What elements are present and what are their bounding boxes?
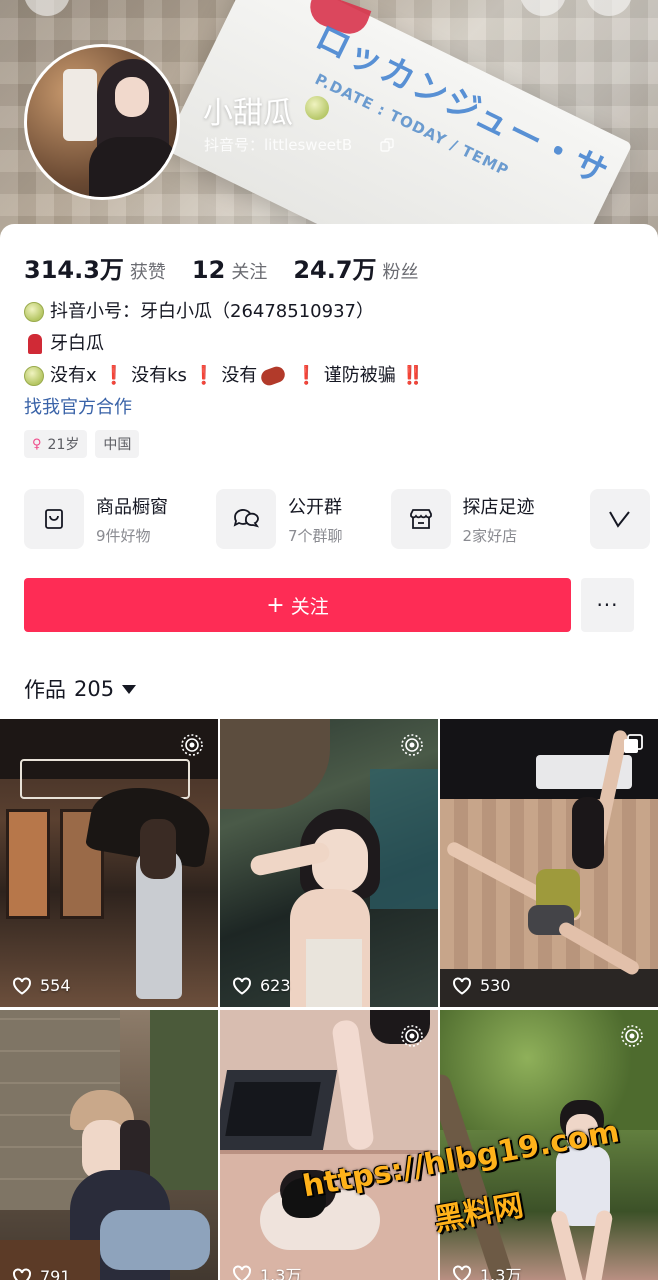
follow-button[interactable]: + 关注: [24, 578, 571, 632]
sweet-potato-emoji-icon: [259, 364, 288, 388]
video-like-count: 623: [232, 976, 291, 995]
video-tile[interactable]: 530: [440, 719, 658, 1007]
exclamation-emoji-icon: ❗: [295, 365, 318, 386]
bio-line: 找我官方合作: [24, 392, 430, 424]
age-text: 21岁: [47, 437, 80, 453]
profile-card: 314.3万 获赞 12 关注 24.7万 粉丝 抖音小号：牙白小瓜（26478…: [0, 224, 658, 1280]
works-tab[interactable]: 作品 205: [24, 674, 137, 704]
video-like-count: 1.3万: [452, 1262, 521, 1280]
follow-label: 关注: [290, 595, 329, 618]
caret-down-icon[interactable]: [122, 684, 137, 694]
bio-line: 抖音小号：牙白小瓜（26478510937）: [24, 296, 430, 328]
shortcut-row: 商品橱窗 9件好物 公开群 7个群聊 探店足迹 2家好店: [24, 489, 583, 549]
chat-bubbles-icon: [216, 489, 276, 549]
live-photo-icon: [621, 1025, 643, 1047]
works-label: 作品: [24, 678, 66, 702]
followers-count[interactable]: 24.7万: [293, 250, 376, 285]
live-photo-icon: [181, 734, 203, 756]
double-exclamation-emoji-icon: ‼️: [401, 365, 425, 386]
shortcut-title: 公开群: [288, 496, 342, 518]
like-count-text: 554: [40, 976, 71, 995]
likes-label: 获赞: [129, 262, 166, 283]
bio-line: 牙白瓜: [24, 328, 430, 360]
shortcut-subtitle: 2家好店: [462, 526, 518, 545]
video-like-count: 791: [12, 1267, 71, 1280]
shortcut-more[interactable]: [590, 489, 650, 549]
bio-line: 没有x ❗ 没有ks ❗ 没有 ❗ 谨防被骗 ‼️: [24, 360, 430, 392]
video-like-count: 554: [12, 976, 71, 995]
bio-group-name: 牙白瓜: [50, 333, 104, 354]
bio-text: 没有: [221, 365, 258, 386]
shortcut-public-group[interactable]: 公开群 7个群聊: [216, 489, 343, 549]
heart-icon: [13, 977, 31, 995]
like-count-text: 791: [40, 1267, 71, 1280]
more-dots-icon: ···: [596, 593, 619, 617]
bio-alt-account: 抖音小号：牙白小瓜（26478510937）: [50, 301, 374, 322]
likes-count: 314.3万: [24, 256, 124, 284]
heart-icon: [453, 977, 471, 995]
shopping-bag-icon: [24, 489, 84, 549]
ribbon-emoji-icon: [28, 334, 42, 354]
profile-stats: 314.3万 获赞 12 关注 24.7万 粉丝: [24, 250, 445, 285]
shortcut-shop-window[interactable]: 商品橱窗 9件好物: [24, 489, 168, 549]
bio: 抖音小号：牙白小瓜（26478510937） 牙白瓜 没有x ❗ 没有ks ❗ …: [24, 296, 430, 424]
shortcut-title: 探店足迹: [462, 496, 535, 518]
bio-text: 谨防被骗: [323, 365, 396, 386]
video-like-count: 1.3万: [232, 1262, 301, 1280]
video-tile[interactable]: 791: [0, 1010, 218, 1280]
like-count-text: 1.3万: [480, 1266, 522, 1280]
heart-icon: [13, 1268, 31, 1280]
multi-image-icon: [624, 734, 643, 753]
female-icon: ♀: [32, 436, 42, 452]
following-count[interactable]: 12: [192, 256, 225, 284]
shortcut-title: 商品橱窗: [96, 496, 168, 518]
heart-icon: [233, 977, 251, 995]
like-count-text: 530: [480, 976, 511, 995]
plus-icon: +: [266, 592, 285, 618]
heart-icon: [453, 1265, 471, 1280]
more-options-button[interactable]: ···: [581, 578, 634, 632]
copy-icon[interactable]: [380, 138, 394, 152]
followers-label[interactable]: 粉丝: [383, 258, 419, 284]
following-label[interactable]: 关注: [231, 258, 267, 284]
exclamation-emoji-icon: ❗: [102, 365, 126, 386]
age-tag: ♀ 21岁: [24, 430, 88, 458]
exclamation-emoji-icon: ❗: [192, 365, 216, 386]
profile-nickname: 小甜瓜: [203, 96, 293, 131]
video-tile[interactable]: 554: [0, 719, 218, 1007]
checkmark-icon: [609, 511, 630, 528]
heart-icon: [233, 1265, 251, 1280]
video-tile[interactable]: 623: [220, 719, 438, 1007]
live-photo-icon: [401, 734, 423, 756]
shortcut-subtitle: 9件好物: [96, 526, 151, 545]
works-count: 205: [74, 677, 115, 701]
account-id: 抖音号：littlesweetB: [204, 136, 353, 154]
region-tag: 中国: [95, 430, 140, 458]
avatar[interactable]: [24, 44, 180, 200]
melon-badge-icon: [305, 96, 329, 120]
official-cooperation-link[interactable]: 找我官方合作: [24, 392, 132, 424]
live-photo-icon: [401, 1025, 423, 1047]
bio-text: 没有x: [50, 365, 97, 386]
bio-text: 没有ks: [131, 365, 187, 386]
melon-emoji-icon: [24, 302, 44, 322]
melon-emoji-icon: [24, 366, 44, 386]
store-icon: [390, 489, 451, 549]
like-count-text: 623: [260, 976, 291, 995]
region-text: 中国: [103, 437, 132, 453]
shortcut-subtitle: 7个群聊: [288, 526, 343, 545]
profile-tags: ♀ 21岁 中国: [24, 430, 147, 458]
like-count-text: 1.3万: [260, 1266, 302, 1280]
video-like-count: 530: [452, 976, 511, 995]
video-tile[interactable]: 1.3万: [220, 1010, 438, 1280]
shortcut-store-visits[interactable]: 探店足迹 2家好店: [390, 489, 535, 549]
